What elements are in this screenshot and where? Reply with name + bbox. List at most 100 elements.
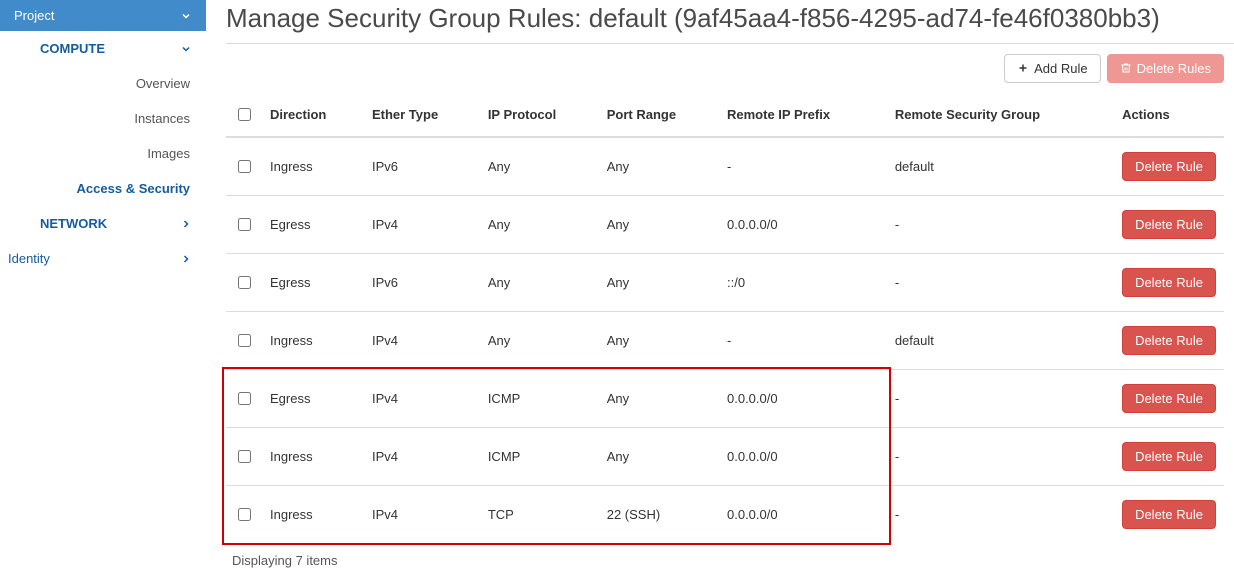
cell-port: Any xyxy=(599,427,719,485)
delete-rule-button[interactable]: Delete Rule xyxy=(1122,210,1216,239)
sidebar-item-overview[interactable]: Overview xyxy=(0,66,206,101)
cell-direction: Ingress xyxy=(262,485,364,543)
table-footer: Displaying 7 items xyxy=(226,543,1234,568)
sidebar-project-label: Project xyxy=(14,8,54,23)
table-row: IngressIPv4AnyAny-defaultDelete Rule xyxy=(226,311,1224,369)
sidebar-compute-list: Overview Instances Images Access & Secur… xyxy=(0,66,206,206)
row-checkbox[interactable] xyxy=(238,276,251,289)
col-actions: Actions xyxy=(1114,93,1224,137)
sidebar-item-instances[interactable]: Instances xyxy=(0,101,206,136)
sidebar-group-identity[interactable]: Identity xyxy=(0,241,206,276)
cell-port: Any xyxy=(599,195,719,253)
cell-proto: Any xyxy=(480,311,599,369)
cell-ether: IPv4 xyxy=(364,311,480,369)
cell-ether: IPv6 xyxy=(364,137,480,196)
row-checkbox[interactable] xyxy=(238,334,251,347)
sidebar-group-compute[interactable]: COMPUTE xyxy=(0,31,206,66)
col-ip-protocol: IP Protocol xyxy=(480,93,599,137)
cell-proto: Any xyxy=(480,195,599,253)
sidebar: Project COMPUTE Overview Instances Image… xyxy=(0,0,206,588)
cell-ether: IPv4 xyxy=(364,427,480,485)
sidebar-group-network[interactable]: NETWORK xyxy=(0,206,206,241)
cell-prefix: 0.0.0.0/0 xyxy=(719,427,887,485)
col-port-range: Port Range xyxy=(599,93,719,137)
cell-sg: default xyxy=(887,311,1114,369)
delete-rule-button[interactable]: Delete Rule xyxy=(1122,384,1216,413)
delete-rule-button[interactable]: Delete Rule xyxy=(1122,500,1216,529)
cell-sg: - xyxy=(887,369,1114,427)
cell-direction: Egress xyxy=(262,253,364,311)
delete-rule-button[interactable]: Delete Rule xyxy=(1122,442,1216,471)
chevron-down-icon xyxy=(180,43,192,55)
sidebar-group-label: NETWORK xyxy=(40,216,107,231)
cell-port: Any xyxy=(599,137,719,196)
cell-direction: Ingress xyxy=(262,311,364,369)
cell-sg: - xyxy=(887,485,1114,543)
cell-direction: Egress xyxy=(262,369,364,427)
cell-port: Any xyxy=(599,369,719,427)
table-row: IngressIPv4TCP22 (SSH)0.0.0.0/0-Delete R… xyxy=(226,485,1224,543)
page-title: Manage Security Group Rules: default (9a… xyxy=(226,2,1234,35)
row-checkbox[interactable] xyxy=(238,160,251,173)
sidebar-group-label: Identity xyxy=(8,251,50,266)
cell-ether: IPv4 xyxy=(364,485,480,543)
row-checkbox[interactable] xyxy=(238,392,251,405)
rules-table: Direction Ether Type IP Protocol Port Ra… xyxy=(226,93,1224,543)
cell-ether: IPv4 xyxy=(364,369,480,427)
add-rule-button[interactable]: Add Rule xyxy=(1004,54,1100,83)
chevron-right-icon xyxy=(180,253,192,265)
delete-rules-button[interactable]: Delete Rules xyxy=(1107,54,1224,83)
table-row: IngressIPv6AnyAny-defaultDelete Rule xyxy=(226,137,1224,196)
plus-icon xyxy=(1017,62,1029,74)
sidebar-group-label: COMPUTE xyxy=(40,41,105,56)
row-checkbox[interactable] xyxy=(238,508,251,521)
table-row: EgressIPv4ICMPAny0.0.0.0/0-Delete Rule xyxy=(226,369,1224,427)
sidebar-project-toggle[interactable]: Project xyxy=(0,0,206,31)
row-checkbox[interactable] xyxy=(238,218,251,231)
cell-prefix: 0.0.0.0/0 xyxy=(719,485,887,543)
cell-port: Any xyxy=(599,311,719,369)
sidebar-item-images[interactable]: Images xyxy=(0,136,206,171)
table-row: EgressIPv4AnyAny0.0.0.0/0-Delete Rule xyxy=(226,195,1224,253)
col-direction: Direction xyxy=(262,93,364,137)
cell-sg: default xyxy=(887,137,1114,196)
col-remote-ip-prefix: Remote IP Prefix xyxy=(719,93,887,137)
table-header-row: Direction Ether Type IP Protocol Port Ra… xyxy=(226,93,1224,137)
add-rule-label: Add Rule xyxy=(1034,61,1087,76)
cell-prefix: - xyxy=(719,137,887,196)
delete-rule-button[interactable]: Delete Rule xyxy=(1122,326,1216,355)
sidebar-item-access-security[interactable]: Access & Security xyxy=(0,171,206,206)
cell-prefix: ::/0 xyxy=(719,253,887,311)
row-checkbox[interactable] xyxy=(238,450,251,463)
table-row: IngressIPv4ICMPAny0.0.0.0/0-Delete Rule xyxy=(226,427,1224,485)
toolbar: Add Rule Delete Rules xyxy=(226,54,1234,83)
divider xyxy=(226,43,1234,44)
cell-ether: IPv6 xyxy=(364,253,480,311)
chevron-right-icon xyxy=(180,218,192,230)
cell-prefix: 0.0.0.0/0 xyxy=(719,195,887,253)
cell-direction: Ingress xyxy=(262,427,364,485)
col-remote-sg: Remote Security Group xyxy=(887,93,1114,137)
cell-proto: Any xyxy=(480,253,599,311)
cell-port: Any xyxy=(599,253,719,311)
col-ether-type: Ether Type xyxy=(364,93,480,137)
select-all-checkbox[interactable] xyxy=(238,108,251,121)
chevron-down-icon xyxy=(180,10,192,22)
cell-prefix: 0.0.0.0/0 xyxy=(719,369,887,427)
cell-port: 22 (SSH) xyxy=(599,485,719,543)
delete-rule-button[interactable]: Delete Rule xyxy=(1122,268,1216,297)
cell-ether: IPv4 xyxy=(364,195,480,253)
cell-sg: - xyxy=(887,253,1114,311)
trash-icon xyxy=(1120,62,1132,74)
cell-sg: - xyxy=(887,195,1114,253)
cell-prefix: - xyxy=(719,311,887,369)
cell-proto: ICMP xyxy=(480,427,599,485)
cell-direction: Ingress xyxy=(262,137,364,196)
main-content: Manage Security Group Rules: default (9a… xyxy=(206,0,1234,588)
table-row: EgressIPv6AnyAny::/0-Delete Rule xyxy=(226,253,1224,311)
cell-sg: - xyxy=(887,427,1114,485)
delete-rule-button[interactable]: Delete Rule xyxy=(1122,152,1216,181)
cell-proto: Any xyxy=(480,137,599,196)
cell-proto: ICMP xyxy=(480,369,599,427)
cell-direction: Egress xyxy=(262,195,364,253)
